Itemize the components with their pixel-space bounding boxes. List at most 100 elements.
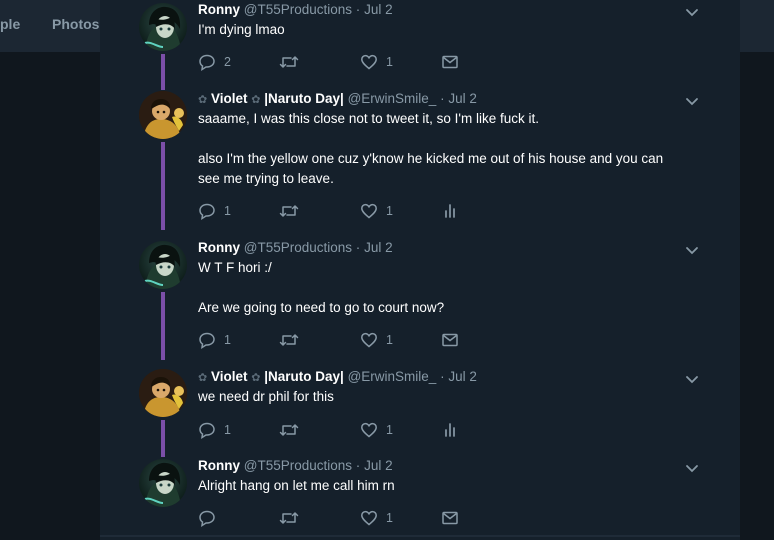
display-name[interactable]: Violet: [211, 91, 248, 106]
reply-count: 1: [224, 204, 231, 218]
thread-line: [161, 54, 165, 90]
direct-message-button[interactable]: [441, 330, 459, 350]
retweet-button[interactable]: [279, 52, 307, 72]
retweet-icon: [279, 334, 299, 346]
tweet-actions: 1 1: [198, 420, 498, 440]
reply-button[interactable]: [198, 508, 224, 528]
background-nav-item[interactable]: ple: [0, 16, 20, 32]
display-name[interactable]: Ronny: [198, 458, 240, 473]
analytics-button[interactable]: [441, 201, 459, 221]
chevron-down-icon[interactable]: [684, 4, 700, 20]
display-name[interactable]: Violet: [211, 369, 248, 384]
tweet-text: Alright hang on let me call him rn: [198, 476, 708, 496]
direct-message-button[interactable]: [441, 508, 459, 528]
tweet-line: Alright hang on let me call him rn: [198, 478, 395, 493]
analytics-icon: [445, 204, 455, 218]
decor-glyph: ✿: [251, 372, 261, 384]
tweet-line: we need dr phil for this: [198, 389, 334, 404]
tweet-line: saaame, I was this close not to tweet it…: [198, 111, 539, 126]
tweet-text: we need dr phil for this: [198, 387, 708, 407]
mail-icon: [442, 55, 458, 69]
background-nav-photos[interactable]: Photos: [52, 16, 99, 32]
tweet-actions: 1: [198, 508, 498, 528]
reply-count: 1: [224, 333, 231, 347]
like-button[interactable]: 1: [360, 52, 393, 72]
tweet-date[interactable]: Jul 2: [448, 91, 477, 106]
heart-icon: [361, 422, 377, 438]
reply-button[interactable]: 1: [198, 201, 231, 221]
display-name[interactable]: Ronny: [198, 240, 240, 255]
avatar[interactable]: [139, 91, 187, 139]
display-name-suffix[interactable]: |Naruto Day|: [264, 91, 344, 106]
reply-button[interactable]: 1: [198, 420, 231, 440]
retweet-button[interactable]: [279, 201, 307, 221]
tweet-line: W T F hori :/: [198, 260, 272, 275]
like-button[interactable]: 1: [360, 330, 393, 350]
like-count: 1: [386, 204, 393, 218]
retweet-icon: [279, 205, 299, 217]
tweet-date[interactable]: Jul 2: [448, 369, 477, 384]
separator-dot: ·: [355, 240, 361, 255]
reply-icon: [199, 54, 215, 71]
heart-icon: [361, 332, 377, 348]
retweet-icon: [279, 424, 299, 436]
separator-dot: ·: [440, 91, 445, 106]
tweet-date[interactable]: Jul 2: [364, 2, 393, 17]
tweet-date[interactable]: Jul 2: [364, 458, 393, 473]
handle[interactable]: @ErwinSmile_: [348, 91, 437, 106]
handle[interactable]: @T55Productions: [244, 458, 352, 473]
reply-icon: [199, 332, 215, 349]
separator-dot: ·: [440, 369, 445, 384]
chevron-down-icon[interactable]: [684, 242, 700, 258]
like-count: 1: [386, 511, 393, 525]
tweet-date[interactable]: Jul 2: [364, 240, 393, 255]
like-button[interactable]: 1: [360, 420, 393, 440]
retweet-button[interactable]: [279, 420, 307, 440]
decor-glyph: ✿: [198, 94, 208, 106]
reply-button[interactable]: 2: [198, 52, 231, 72]
tweet-actions: 2 1: [198, 52, 498, 72]
avatar[interactable]: [139, 459, 187, 507]
avatar[interactable]: [139, 3, 187, 51]
handle[interactable]: @T55Productions: [244, 2, 352, 17]
like-count: 1: [386, 333, 393, 347]
chevron-down-icon[interactable]: [684, 371, 700, 387]
chevron-down-icon[interactable]: [684, 93, 700, 109]
tweet-actions: 1 1: [198, 330, 498, 350]
display-name[interactable]: Ronny: [198, 2, 240, 17]
like-button[interactable]: 1: [360, 201, 393, 221]
handle[interactable]: @ErwinSmile_: [348, 369, 437, 384]
reply-icon: [199, 203, 215, 220]
decor-glyph: ✿: [198, 372, 208, 384]
tweet-line: also I'm the yellow one cuz y'know he ki…: [198, 151, 664, 166]
mail-icon: [442, 511, 458, 525]
thread-line: [161, 292, 165, 360]
tweet-header: Ronny @T55Productions · Jul 2: [198, 1, 393, 19]
reply-button[interactable]: 1: [198, 330, 231, 350]
tweet-line: see me trying to leave.: [198, 171, 334, 186]
thread-line: [161, 142, 165, 230]
retweet-button[interactable]: [279, 330, 307, 350]
display-name-suffix[interactable]: |Naruto Day|: [264, 369, 344, 384]
heart-icon: [361, 203, 377, 219]
tweet-line: Are we going to need to go to court now?: [198, 300, 445, 315]
reply-count: 1: [224, 423, 231, 437]
tweet-header: ✿ Violet ✿ |Naruto Day| @ErwinSmile_ · J…: [198, 368, 477, 387]
analytics-button[interactable]: [441, 420, 459, 440]
avatar[interactable]: [139, 241, 187, 289]
retweet-button[interactable]: [279, 508, 307, 528]
tweet-header: Ronny @T55Productions · Jul 2: [198, 239, 393, 257]
retweet-icon: [279, 512, 299, 524]
reply-icon: [199, 422, 215, 439]
chevron-down-icon[interactable]: [684, 460, 700, 476]
tweet-actions: 1 1: [198, 201, 498, 221]
avatar[interactable]: [139, 369, 187, 417]
heart-icon: [361, 54, 377, 70]
tweet-text: W T F hori :/ Are we going to need to go…: [198, 258, 708, 318]
like-count: 1: [386, 55, 393, 69]
handle[interactable]: @T55Productions: [244, 240, 352, 255]
like-button[interactable]: 1: [360, 508, 393, 528]
separator-dot: ·: [355, 458, 361, 473]
direct-message-button[interactable]: [441, 52, 459, 72]
